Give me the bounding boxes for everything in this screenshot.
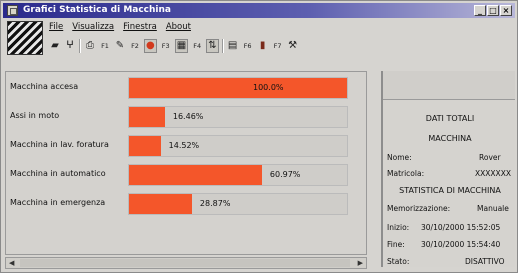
stat-row: Macchina in lav. foratura 14.52% — [6, 134, 366, 158]
start-value: 30/10/2000 15:52:05 — [421, 223, 501, 232]
stat-label: Assi in moto — [10, 111, 60, 120]
stat-bar-track: 16.46% — [128, 106, 348, 128]
stat-label: Macchina accesa — [10, 82, 79, 91]
serial-value: XXXXXXX — [475, 169, 511, 178]
minimize-button[interactable]: _ — [474, 5, 486, 16]
name-value: Rover — [479, 153, 501, 162]
stat-label: Macchina in lav. foratura — [10, 140, 109, 149]
title-bar[interactable]: Grafici Statistica di Macchina _ □ × — [3, 3, 515, 18]
logo-icon — [7, 21, 43, 55]
summary-top-band — [383, 71, 515, 99]
book-icon[interactable]: ▮ — [257, 39, 269, 53]
end-value: 30/10/2000 15:54:40 — [421, 240, 501, 249]
f6-button[interactable]: F6 — [242, 39, 254, 53]
memo-label: Memorizzazione: — [387, 204, 451, 213]
grid-icon[interactable]: ▦ — [174, 39, 189, 53]
scroll-left-icon[interactable]: ◀ — [9, 259, 14, 267]
start-label: Inizio: — [387, 223, 410, 232]
folder-icon[interactable]: ▰ — [49, 39, 61, 53]
statistics-panel: Macchina accesa 100.0% Assi in moto 16.4… — [5, 71, 367, 255]
stat-row: Macchina accesa 100.0% — [6, 76, 366, 100]
app-icon — [7, 5, 18, 16]
toolbar-separator — [221, 39, 224, 53]
stat-bar-track: 100.0% — [128, 77, 348, 99]
state-value: DISATTIVO — [465, 257, 505, 266]
stat-bar-track: 60.97% — [128, 164, 348, 186]
stats-header: STATISTICA DI MACCHINA — [399, 186, 501, 195]
stat-bar — [129, 194, 192, 214]
window-controls: _ □ × — [474, 5, 512, 16]
window-title: Grafici Statistica di Macchina — [23, 5, 171, 15]
stop-icon[interactable]: ● — [144, 39, 157, 53]
serial-label: Matricola: — [387, 169, 425, 178]
toolbar-separator — [79, 39, 81, 53]
stat-label: Macchina in emergenza — [10, 198, 106, 207]
f3-button[interactable]: F3 — [160, 39, 172, 53]
stat-row: Assi in moto 16.46% — [6, 105, 366, 129]
stat-bar — [129, 107, 165, 127]
summary-header: DATI TOTALI — [425, 114, 475, 123]
menu-finestra[interactable]: Finestra — [123, 22, 157, 35]
machine-header: MACCHINA — [428, 134, 472, 143]
toolbar: ▰ ⵖ ⎙ F1 ✎ F2 ● F3 ▦ F4 ⇅ ▤ F6 ▮ F7 ⚒ — [49, 37, 299, 55]
menu-bar: File Visualizza Finestra About — [49, 22, 191, 35]
stat-row: Macchina in automatico 60.97% — [6, 163, 366, 187]
f4-button[interactable]: F4 — [191, 39, 203, 53]
horizontal-scrollbar[interactable]: ◀ ▶ — [5, 257, 367, 269]
stat-bar — [129, 78, 347, 98]
maximize-button[interactable]: □ — [487, 5, 499, 16]
stat-bar — [129, 165, 262, 185]
scroll-right-icon[interactable]: ▶ — [358, 259, 363, 267]
print-icon[interactable]: ⎙ — [84, 39, 96, 53]
stat-percent: 60.97% — [269, 170, 301, 179]
edit-icon[interactable]: ✎ — [114, 39, 126, 53]
menu-visualizza[interactable]: Visualizza — [72, 22, 114, 35]
f1-button[interactable]: F1 — [99, 39, 111, 53]
f2-button[interactable]: F2 — [129, 39, 141, 53]
sort-icon[interactable]: ⇅ — [206, 39, 219, 53]
stat-percent: 14.52% — [168, 141, 200, 150]
stat-bar-track: 28.87% — [128, 193, 348, 215]
state-label: Stato: — [387, 257, 410, 266]
app-window: Grafici Statistica di Macchina _ □ × Fil… — [0, 0, 518, 273]
filter-icon[interactable]: ⵖ — [64, 39, 76, 53]
stat-percent: 100.0% — [253, 83, 284, 92]
scroll-thumb[interactable] — [20, 259, 350, 267]
stat-row: Macchina in emergenza 28.87% — [6, 192, 366, 216]
menu-file[interactable]: File — [49, 22, 63, 35]
stat-percent: 16.46% — [172, 112, 204, 121]
table-icon[interactable]: ▤ — [227, 39, 239, 53]
stat-bar-track: 14.52% — [128, 135, 348, 157]
memo-value: Manuale — [477, 204, 509, 213]
stat-bar — [129, 136, 161, 156]
f7-button[interactable]: F7 — [272, 39, 284, 53]
divider — [383, 99, 515, 100]
menu-about[interactable]: About — [166, 22, 191, 35]
close-button[interactable]: × — [500, 5, 512, 16]
name-label: Nome: — [387, 153, 412, 162]
end-label: Fine: — [387, 240, 405, 249]
tool-icon[interactable]: ⚒ — [287, 39, 299, 53]
stat-percent: 28.87% — [199, 199, 231, 208]
summary-panel: DATI TOTALI MACCHINA Nome: Rover Matrico… — [381, 71, 515, 267]
stat-label: Macchina in automatico — [10, 169, 106, 178]
